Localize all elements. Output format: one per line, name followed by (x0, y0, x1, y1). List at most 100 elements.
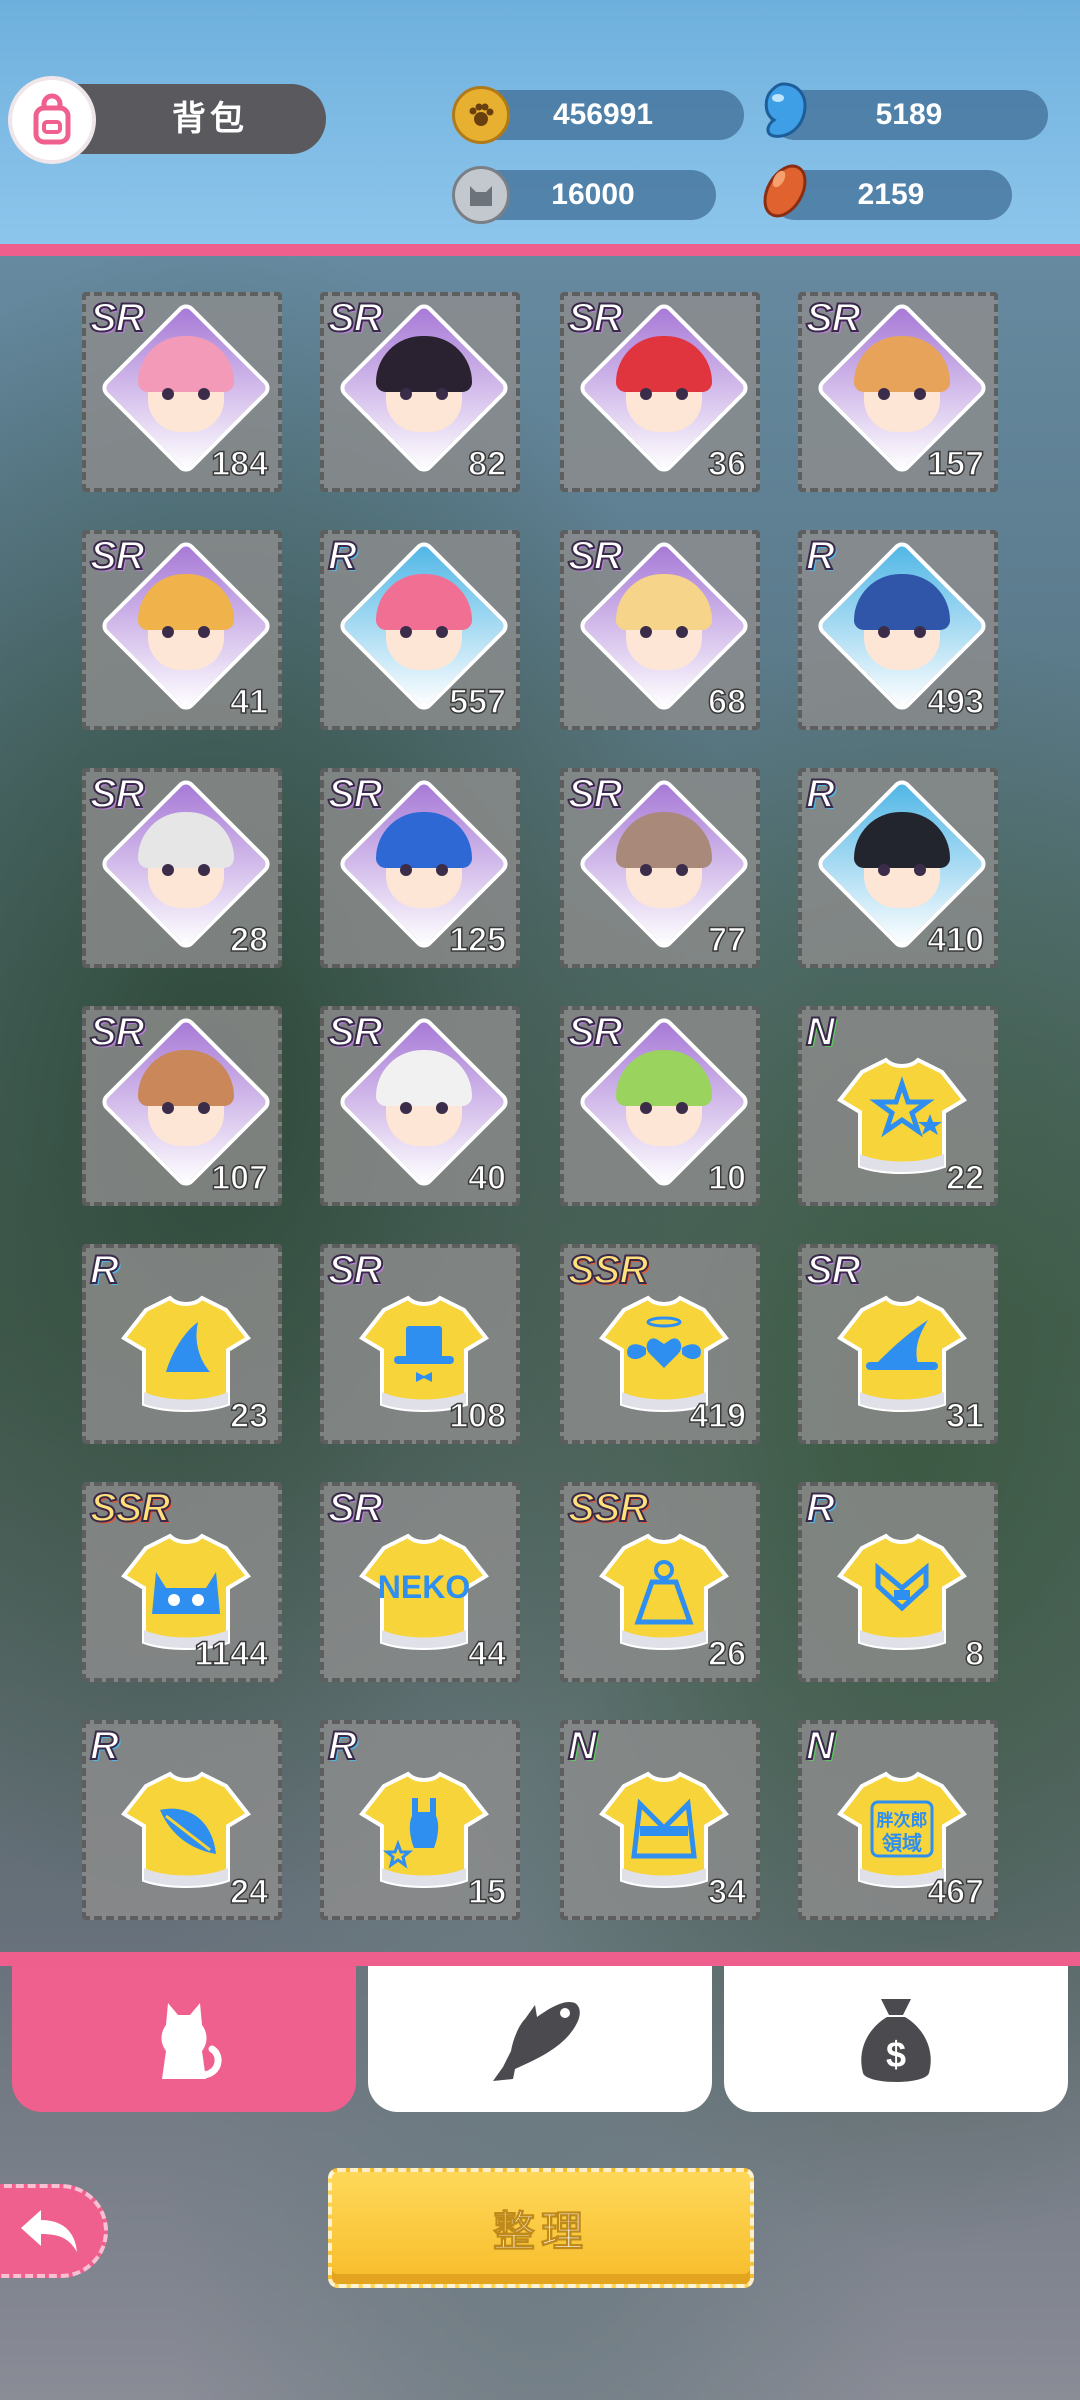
rarity-badge: SR (89, 772, 146, 817)
sort-button[interactable]: 整理 (328, 2168, 754, 2288)
svg-text:NEKO: NEKO (378, 1569, 470, 1605)
character-item-tile[interactable]: SR 157 (798, 292, 998, 492)
character-item-tile[interactable]: SR 125 (320, 768, 520, 968)
character-item-tile[interactable]: SR 28 (82, 768, 282, 968)
character-item-tile[interactable]: SR 184 (82, 292, 282, 492)
cat-icon (161, 2003, 222, 2079)
rarity-badge: SSR (567, 1248, 649, 1293)
item-count: 28 (229, 920, 268, 960)
item-count: 107 (211, 1158, 269, 1198)
tab-bar-divider (0, 1952, 1080, 1966)
item-count: 77 (707, 920, 746, 960)
character-item-tile[interactable]: SR 10 (560, 1006, 760, 1206)
backpack-icon (8, 76, 96, 164)
character-eyes (878, 388, 926, 400)
character-eyes (878, 864, 926, 876)
character-item-tile[interactable]: SR 36 (560, 292, 760, 492)
tab-cats[interactable] (12, 1966, 356, 2112)
item-count: 467 (927, 1872, 985, 1912)
character-item-tile[interactable]: SR 68 (560, 530, 760, 730)
character-eyes (640, 388, 688, 400)
item-count: 23 (229, 1396, 268, 1436)
rarity-badge: SSR (89, 1486, 171, 1531)
shirt-item-tile[interactable]: SSR 26 (560, 1482, 760, 1682)
character-eyes (162, 388, 210, 400)
item-count: 557 (449, 682, 507, 722)
paw-coin-icon (452, 86, 510, 144)
shirt-item-tile[interactable]: SR 31 (798, 1244, 998, 1444)
item-count: 410 (927, 920, 985, 960)
rarity-badge: SR (327, 772, 384, 817)
item-count: 31 (945, 1396, 984, 1436)
back-button[interactable] (0, 2184, 108, 2278)
item-count: 68 (707, 682, 746, 722)
rarity-badge: SR (327, 1010, 384, 1055)
shirt-item-tile[interactable]: R 23 (82, 1244, 282, 1444)
character-item-tile[interactable]: SR 40 (320, 1006, 520, 1206)
money-bag-icon: $ (861, 1999, 931, 2082)
bean-icon (756, 162, 814, 220)
item-count: 108 (449, 1396, 507, 1436)
rarity-badge: SR (567, 534, 624, 579)
item-count: 10 (707, 1158, 746, 1198)
item-count: 8 (964, 1634, 984, 1674)
rarity-badge: SR (89, 1010, 146, 1055)
item-count: 22 (945, 1158, 984, 1198)
character-item-tile[interactable]: R 410 (798, 768, 998, 968)
rarity-badge: N (805, 1724, 836, 1769)
shirt-item-tile[interactable]: R8 (798, 1482, 998, 1682)
rarity-badge: SR (327, 1486, 384, 1531)
back-arrow-icon (21, 2210, 77, 2252)
tab-money[interactable]: $ (724, 1966, 1068, 2112)
svg-text:胖次郎: 胖次郎 (877, 1810, 928, 1831)
item-count: 24 (229, 1872, 268, 1912)
item-count: 26 (707, 1634, 746, 1674)
item-count: 1144 (193, 1634, 268, 1674)
item-count: 41 (229, 682, 268, 722)
shirt-item-tile[interactable]: R 15 (320, 1720, 520, 1920)
shirt-item-tile[interactable]: N 22 (798, 1006, 998, 1206)
rarity-badge: N (567, 1724, 598, 1769)
item-count: 44 (467, 1634, 506, 1674)
item-count: 125 (449, 920, 507, 960)
rarity-badge: R (89, 1724, 120, 1769)
svg-text:$: $ (886, 2034, 906, 2075)
shirt-item-tile[interactable]: SR 108 (320, 1244, 520, 1444)
character-item-tile[interactable]: SR 77 (560, 768, 760, 968)
character-item-tile[interactable]: SR 107 (82, 1006, 282, 1206)
item-count: 15 (467, 1872, 506, 1912)
character-item-tile[interactable]: SR 82 (320, 292, 520, 492)
character-item-tile[interactable]: R 493 (798, 530, 998, 730)
character-eyes (400, 1102, 448, 1114)
shirt-item-tile[interactable]: R 24 (82, 1720, 282, 1920)
character-item-tile[interactable]: R 557 (320, 530, 520, 730)
shirt-item-tile[interactable]: SSR 1144 (82, 1482, 282, 1682)
rarity-badge: SR (327, 296, 384, 341)
character-eyes (640, 864, 688, 876)
item-count: 157 (927, 444, 985, 484)
tab-fish[interactable] (368, 1966, 712, 2112)
item-count: 184 (211, 444, 269, 484)
rarity-badge: SR (89, 534, 146, 579)
rarity-badge: R (805, 1486, 836, 1531)
rarity-badge: SR (567, 1010, 624, 1055)
rarity-badge: R (805, 772, 836, 817)
header-divider (0, 244, 1080, 256)
shirt-item-tile[interactable]: NEKO SR 44 (320, 1482, 520, 1682)
item-count: 82 (467, 444, 506, 484)
svg-text:領域: 領域 (882, 1831, 922, 1855)
character-eyes (162, 626, 210, 638)
shirt-item-tile[interactable]: SSR 419 (560, 1244, 760, 1444)
rarity-badge: SR (327, 1248, 384, 1293)
character-eyes (400, 388, 448, 400)
item-count: 419 (689, 1396, 747, 1436)
blue-gem-icon (754, 82, 812, 140)
rarity-badge: R (327, 1724, 358, 1769)
character-eyes (878, 626, 926, 638)
character-item-tile[interactable]: SR 41 (82, 530, 282, 730)
shirt-item-tile[interactable]: 胖次郎 領域 N 467 (798, 1720, 998, 1920)
rarity-badge: R (327, 534, 358, 579)
rarity-badge: SR (89, 296, 146, 341)
character-eyes (162, 864, 210, 876)
shirt-item-tile[interactable]: N 34 (560, 1720, 760, 1920)
